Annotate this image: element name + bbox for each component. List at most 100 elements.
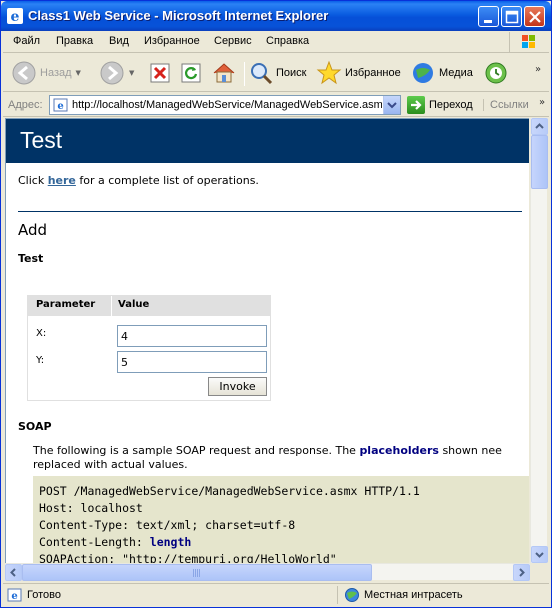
- column-header-value: Value: [118, 299, 150, 310]
- chevron-down-icon[interactable]: ▼: [76, 69, 81, 77]
- operation-name: Add: [18, 221, 48, 239]
- back-label: Назад: [40, 67, 72, 79]
- code-line: Host: localhost: [39, 501, 143, 515]
- toolbar: Назад ▼ ▼ Поиск Избранное Медиа »: [3, 54, 549, 92]
- address-url[interactable]: http://localhost/ManagedWebService/Manag…: [72, 99, 382, 111]
- param-x-input[interactable]: [117, 325, 267, 347]
- minimize-icon: [484, 20, 492, 23]
- search-label: Поиск: [276, 67, 307, 79]
- chevron-right-icon: [519, 568, 525, 577]
- param-y-input[interactable]: [117, 351, 267, 373]
- code-placeholder: length: [149, 535, 192, 549]
- svg-text:e: e: [57, 101, 63, 112]
- favorites-label: Избранное: [345, 67, 401, 79]
- code-line: SOAPAction: "http://tempuri.org/HelloWor…: [39, 552, 337, 563]
- media-icon: [413, 63, 433, 83]
- go-button[interactable]: Переход: [407, 96, 473, 114]
- address-input[interactable]: e http://localhost/ManagedWebService/Man…: [49, 95, 401, 115]
- home-button[interactable]: [211, 58, 237, 88]
- operations-link[interactable]: here: [48, 174, 76, 187]
- scroll-right-button[interactable]: [513, 564, 530, 581]
- links-chevron-icon[interactable]: »: [539, 97, 545, 108]
- scroll-down-button[interactable]: [531, 546, 548, 563]
- refresh-icon: [181, 63, 201, 83]
- links-toolbar[interactable]: Ссылки: [483, 99, 529, 111]
- maximize-icon: [505, 10, 519, 24]
- invoke-button[interactable]: Invoke: [208, 377, 267, 396]
- scroll-left-button[interactable]: [5, 564, 22, 581]
- menu-view[interactable]: Вид: [109, 35, 129, 47]
- code-key: Content-Length:: [39, 535, 150, 549]
- soap-intro-text: The following is a sample SOAP request a…: [33, 444, 360, 457]
- page-done-icon: e: [7, 588, 22, 602]
- back-button[interactable]: Назад ▼: [11, 58, 81, 88]
- menu-bar: Файл Правка Вид Избранное Сервис Справка: [3, 31, 549, 53]
- soap-code-block: POST /ManagedWebService/ManagedWebServic…: [33, 476, 529, 563]
- media-button[interactable]: Медиа: [410, 58, 473, 88]
- favorites-button[interactable]: Избранное: [316, 58, 401, 88]
- go-arrow-icon: [407, 96, 425, 114]
- toolbar-chevron-icon[interactable]: »: [535, 64, 541, 75]
- chevron-down-icon[interactable]: ▼: [129, 69, 134, 77]
- placeholders-text: placeholders: [359, 444, 439, 457]
- history-icon: [485, 62, 507, 84]
- home-icon: [213, 63, 235, 83]
- search-icon: [251, 63, 273, 85]
- stop-button[interactable]: [149, 58, 171, 88]
- windows-flag-icon: [509, 32, 543, 52]
- forward-arrow-icon: [100, 61, 124, 85]
- page-title: Test: [20, 127, 63, 153]
- forward-button[interactable]: ▼: [99, 58, 134, 88]
- chevron-left-icon: [10, 568, 16, 577]
- chevron-down-icon: [387, 102, 397, 109]
- scrollbar-corner: [530, 563, 547, 580]
- page-heading-bar: Test: [6, 119, 529, 163]
- browser-window: e Class1 Web Service - Microsoft Interne…: [0, 0, 552, 608]
- search-button[interactable]: Поиск: [249, 58, 306, 88]
- zone-text: Местная интрасеть: [364, 589, 463, 601]
- horizontal-scroll-thumb[interactable]: [22, 564, 372, 581]
- stop-icon: [150, 63, 170, 83]
- horizontal-scrollbar[interactable]: [5, 563, 530, 581]
- intro-after: for a complete list of operations.: [75, 174, 259, 187]
- status-bar: e Готово Местная интрасеть: [3, 583, 549, 605]
- menu-file[interactable]: Файл: [13, 35, 40, 47]
- page-content: Test Click here for a complete list of o…: [5, 118, 529, 563]
- vertical-scrollbar[interactable]: [530, 118, 548, 563]
- code-line: Content-Length: length: [39, 534, 524, 551]
- refresh-button[interactable]: [180, 58, 202, 88]
- code-line: Content-Type: text/xml; charset=utf-8: [39, 518, 296, 532]
- ie-logo-icon: e: [7, 8, 23, 25]
- soap-intro: The following is a sample SOAP request a…: [33, 444, 529, 472]
- maximize-button[interactable]: [501, 6, 522, 27]
- title-bar[interactable]: e Class1 Web Service - Microsoft Interne…: [1, 1, 551, 31]
- vertical-scroll-thumb[interactable]: [531, 135, 548, 189]
- menu-edit[interactable]: Правка: [56, 35, 93, 47]
- page-icon: e: [53, 98, 68, 112]
- star-icon: [316, 60, 342, 85]
- minimize-button[interactable]: [478, 6, 499, 27]
- soap-heading: SOAP: [18, 420, 52, 433]
- column-header-parameter: Parameter: [36, 299, 96, 310]
- window-title: Class1 Web Service - Microsoft Internet …: [28, 8, 329, 23]
- table-header: Parameter Value: [28, 296, 270, 316]
- toolbar-separator: [244, 62, 245, 86]
- svg-text:e: e: [11, 591, 17, 602]
- address-label: Адрес:: [8, 99, 43, 111]
- menu-help[interactable]: Справка: [266, 35, 309, 47]
- chevron-up-icon: [535, 123, 544, 129]
- menu-tools[interactable]: Сервис: [214, 35, 252, 47]
- intro-text: Click here for a complete list of operat…: [18, 174, 259, 187]
- param-label-y: Y:: [36, 355, 45, 366]
- status-text: Готово: [27, 589, 61, 601]
- menu-favorites[interactable]: Избранное: [144, 35, 200, 47]
- security-zone: Местная интрасеть: [337, 586, 463, 604]
- scroll-up-button[interactable]: [531, 118, 548, 135]
- code-line: POST /ManagedWebService/ManagedWebServic…: [39, 484, 420, 498]
- history-button[interactable]: [483, 58, 509, 88]
- address-dropdown-button[interactable]: [383, 96, 400, 114]
- close-button[interactable]: [524, 6, 545, 27]
- test-form: Parameter Value X: Y: Invoke: [27, 295, 271, 401]
- address-bar: Адрес: e http://localhost/ManagedWebServ…: [3, 93, 549, 117]
- go-label: Переход: [429, 99, 473, 111]
